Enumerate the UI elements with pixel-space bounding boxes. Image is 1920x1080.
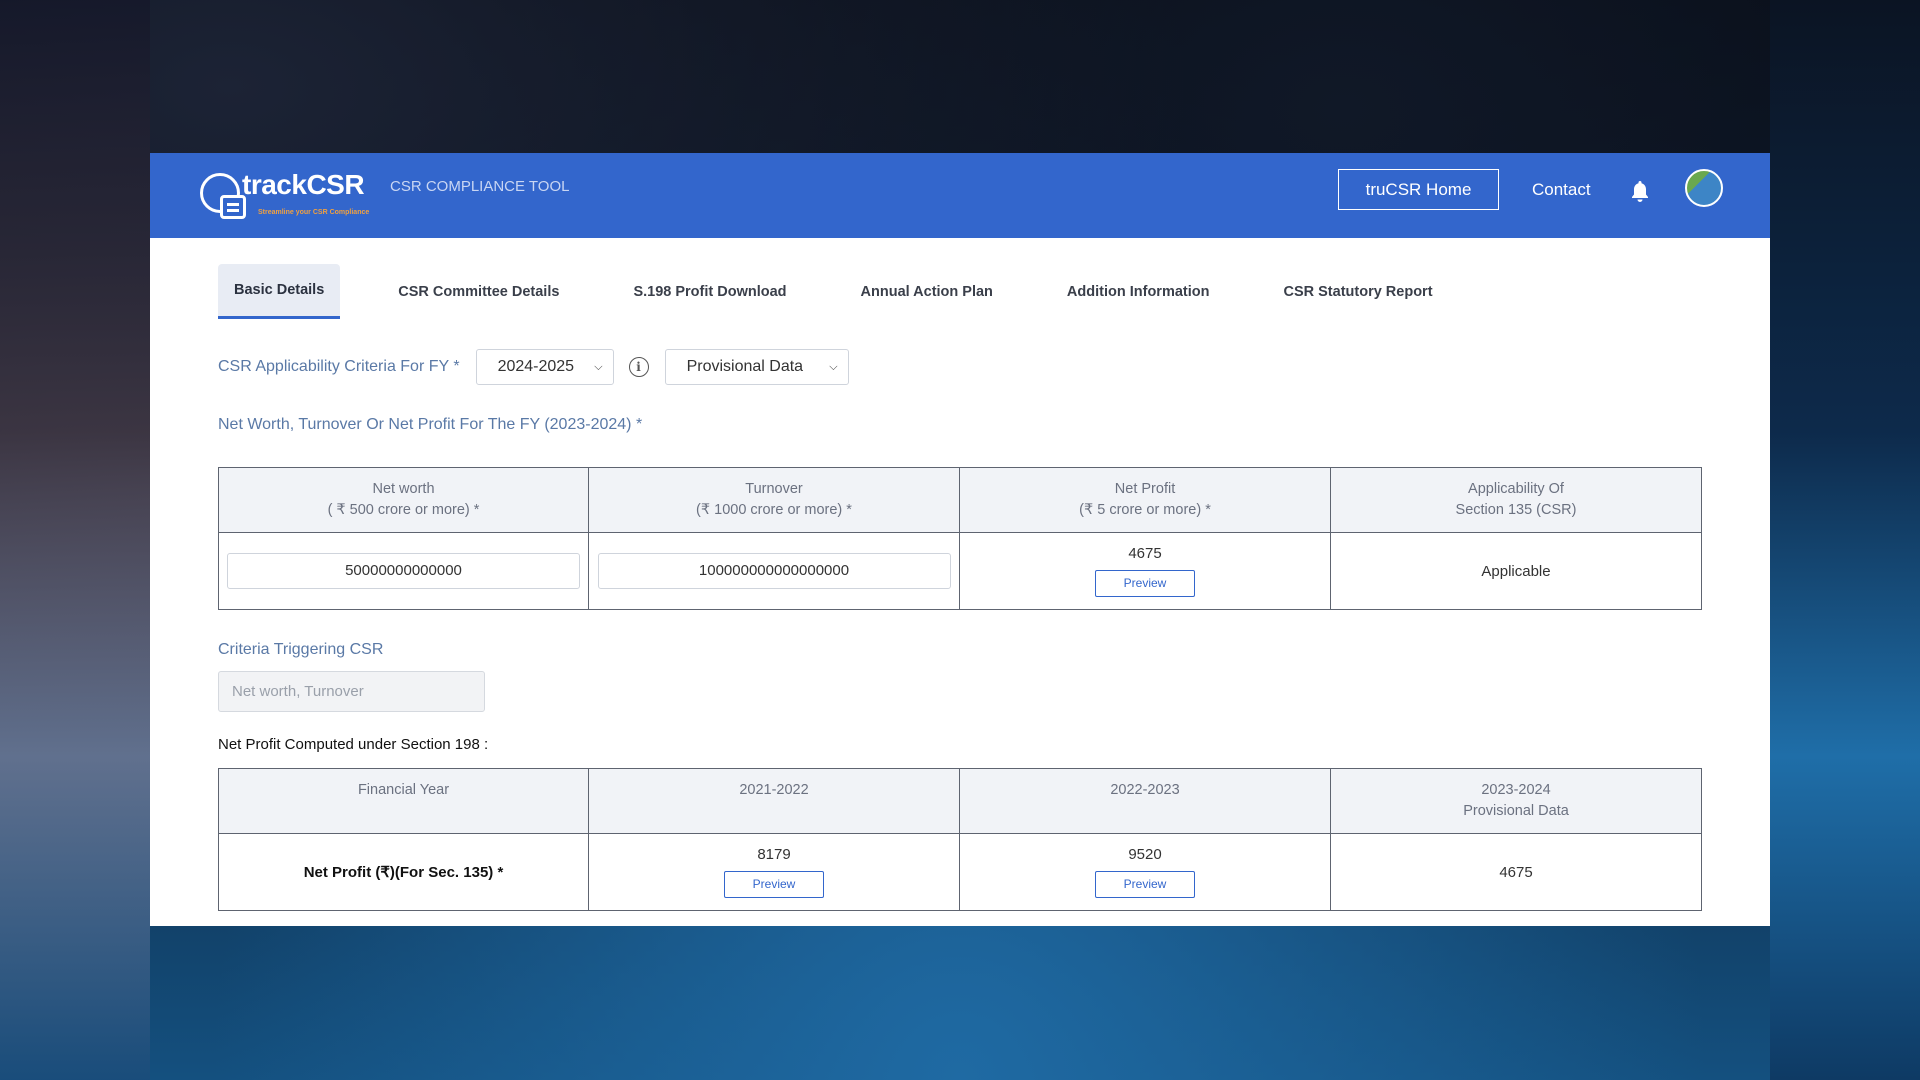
header-net-worth-line1: Net worth [372,481,435,497]
header-applicability-line2: Section 135 (CSR) [1455,502,1577,518]
data-type-select-value: Provisional Data [686,358,804,375]
chevron-down-icon: ⌵ [594,360,603,373]
tab-basic-details[interactable]: Basic Details [218,264,341,319]
background-right [1770,0,1920,1080]
header-net-profit: Net Profit (₹ 5 crore or more) * [959,467,1331,533]
header-2023-2024-line2: Provisional Data [1463,803,1569,819]
net-profit-section-title: Net Profit Computed under Section 198 : [218,736,489,753]
net-profit-2022-2023-value: 9520 [1128,846,1162,863]
bell-icon[interactable] [1628,179,1652,205]
preview-button[interactable]: Preview [1095,871,1195,898]
header-net-profit-line2: (₹ 5 crore or more) * [1079,502,1211,518]
net-profit-2021-2022-value: 8179 [757,846,791,863]
criteria-triggering-title: Criteria Triggering CSR [218,641,384,658]
net-profit-2022-2023-cell: 9520 Preview [959,833,1331,911]
tab-bar: Basic Details CSR Committee Details S.19… [218,264,1491,319]
turnover-input[interactable]: 100000000000000000 [597,553,951,589]
background-left [0,0,150,1080]
app-subtitle: CSR COMPLIANCE TOOL [390,178,570,195]
data-type-select[interactable]: Provisional Data ⌵ [664,349,849,385]
fy-select-value: 2024-2025 [497,358,575,375]
net-profit-value: 4675 [1128,545,1162,562]
networth-table: Net worth ( ₹ 500 crore or more) * Turno… [218,467,1702,610]
trackcsr-logo[interactable]: trackCSR Streamline your CSR Compliance [200,169,370,225]
criteria-triggering-field[interactable]: Net worth, Turnover [218,671,485,712]
preview-button[interactable]: Preview [724,871,824,898]
trucsr-home-button[interactable]: truCSR Home [1338,169,1499,210]
header-2023-2024-line1: 2023-2024 [1481,782,1551,798]
net-worth-cell: 50000000000000 [218,532,589,610]
header-net-worth-line2: ( ₹ 500 crore or more) * [327,502,480,518]
applicability-cell: Applicable [1330,532,1702,610]
applicability-criteria-label: CSR Applicability Criteria For FY * [218,358,460,375]
header-applicability-line1: Applicability Of [1468,481,1564,497]
header-financial-year: Financial Year [218,768,589,834]
net-profit-2021-2022-cell: 8179 Preview [588,833,960,911]
turnover-cell: 100000000000000000 [588,532,960,610]
header-turnover-line1: Turnover [745,481,803,497]
tab-csr-statutory-report[interactable]: CSR Statutory Report [1267,264,1448,319]
header-2023-2024: 2023-2024 Provisional Data [1330,768,1702,834]
tab-csr-committee-details[interactable]: CSR Committee Details [382,264,575,319]
logo-tagline: Streamline your CSR Compliance [258,209,370,216]
header-turnover: Turnover (₹ 1000 crore or more) * [588,467,960,533]
net-profit-table: Financial Year 2021-2022 2022-2023 2023-… [218,768,1702,911]
fy-select[interactable]: 2024-2025 ⌵ [475,349,614,385]
main-panel: trackCSR Streamline your CSR Compliance … [150,153,1770,926]
header-net-profit-line1: Net Profit [1114,481,1176,497]
header-net-worth: Net worth ( ₹ 500 crore or more) * [218,467,589,533]
net-profit-row-label: Net Profit (₹)(For Sec. 135) * [218,833,589,911]
chevron-down-icon: ⌵ [829,360,838,373]
preview-button[interactable]: Preview [1095,570,1195,597]
header-2021-2022: 2021-2022 [588,768,960,834]
networth-section-title: Net Worth, Turnover Or Net Profit For Th… [218,416,643,433]
header-applicability: Applicability Of Section 135 (CSR) [1330,467,1702,533]
avatar[interactable] [1685,169,1723,207]
header-2022-2023: 2022-2023 [959,768,1331,834]
net-profit-cell: 4675 Preview [959,532,1331,610]
logo-text: trackCSR [242,169,365,200]
net-worth-input[interactable]: 50000000000000 [227,553,580,589]
header-turnover-line2: (₹ 1000 crore or more) * [696,502,852,518]
net-profit-2023-2024-value: 4675 [1330,833,1702,911]
tab-annual-action-plan[interactable]: Annual Action Plan [845,264,1009,319]
contact-link[interactable]: Contact [1532,180,1591,200]
applicability-criteria-row: CSR Applicability Criteria For FY * 2024… [218,349,849,385]
tab-s198-profit-download[interactable]: S.198 Profit Download [617,264,802,319]
top-navbar: trackCSR Streamline your CSR Compliance … [150,153,1770,238]
tab-addition-information[interactable]: Addition Information [1051,264,1226,319]
info-icon[interactable]: i [628,357,649,377]
